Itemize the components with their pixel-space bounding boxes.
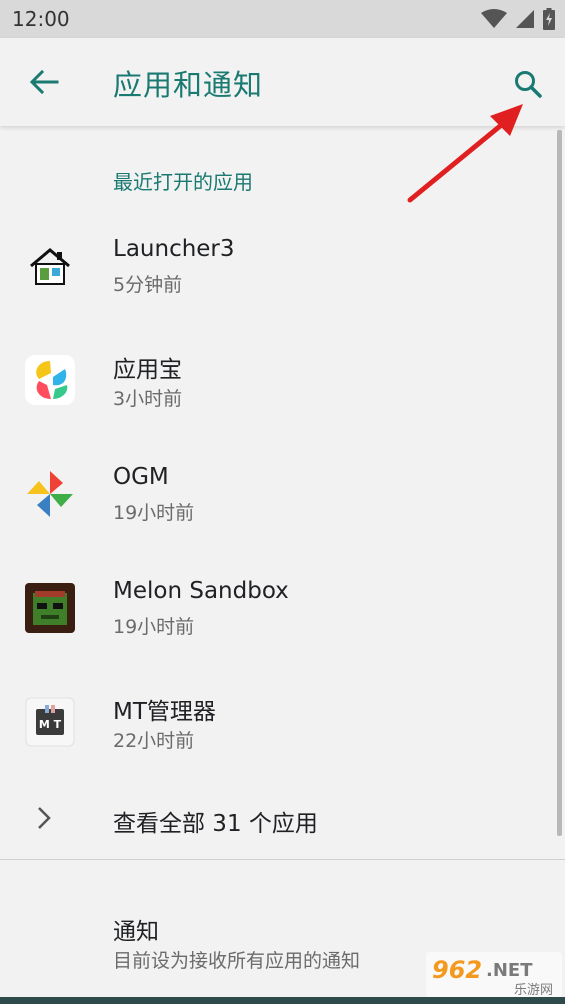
status-icons [481,8,555,30]
svg-text:.NET: .NET [486,960,533,981]
app-row-melon-sandbox[interactable]: Melon Sandbox 19小时前 [0,556,565,660]
chevron-right-icon [38,807,51,829]
app-row-mt-manager[interactable]: M T MT管理器 22小时前 [0,670,565,774]
app-last-used: 19小时前 [113,502,195,524]
app-last-used: 5分钟前 [113,274,183,296]
back-button[interactable] [26,64,62,100]
launcher3-icon [24,240,76,292]
app-row-yingyongbao[interactable]: 应用宝 3小时前 [0,328,565,432]
app-last-used: 3小时前 [113,388,183,410]
notifications-summary: 目前设为接收所有应用的通知 [113,950,361,972]
melon-sandbox-icon [24,582,76,634]
signal-icon [516,10,534,28]
notifications-title: 通知 [113,919,159,945]
app-name: 应用宝 [113,357,182,383]
watermark-logo: 962 .NET 乐游网 [426,952,562,998]
annotation-arrow-icon [407,104,523,203]
bottom-edge [0,997,565,1004]
battery-icon [543,8,555,30]
recent-apps-header: 最近打开的应用 [113,170,253,194]
app-last-used: 19小时前 [113,616,195,638]
svg-text:M T: M T [39,718,62,731]
status-time: 12:00 [12,7,70,31]
app-row-ogm[interactable]: OGM 19小时前 [0,442,565,546]
status-bar: 12:00 [0,0,565,38]
app-name: MT管理器 [113,699,216,725]
app-last-used: 22小时前 [113,730,195,752]
app-row-launcher3[interactable]: Launcher3 5分钟前 [0,214,565,318]
app-name: OGM [113,464,169,490]
svg-text:962: 962 [432,956,482,984]
yingyongbao-icon [24,354,76,406]
arrow-back-icon [29,69,59,95]
see-all-apps-item[interactable]: 查看全部 31 个应用 [0,782,565,854]
scrollbar[interactable] [557,130,562,836]
see-all-apps-label: 查看全部 31 个应用 [113,811,318,837]
ogm-icon [24,468,76,520]
app-name: Melon Sandbox [113,578,289,604]
app-name: Launcher3 [113,236,235,262]
divider [0,859,565,860]
mt-manager-icon: M T [24,696,76,748]
page-title: 应用和通知 [113,68,264,102]
svg-text:乐游网: 乐游网 [514,983,553,998]
wifi-icon [481,9,507,28]
